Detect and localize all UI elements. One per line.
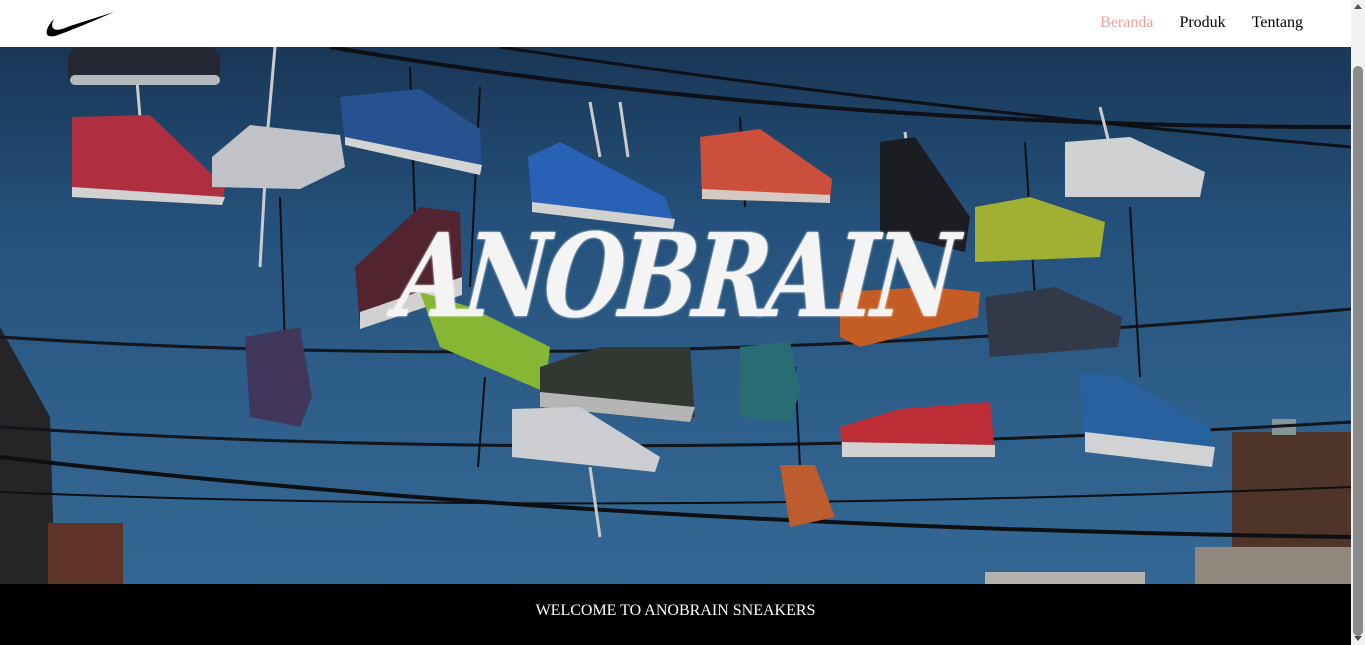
hero-banner: ANOBRAIN [0,47,1351,584]
nav-link-beranda[interactable]: Beranda [1100,13,1153,33]
page: Beranda Produk Tentang ANOBRAIN WELCOME … [0,0,1351,645]
nav-link-produk[interactable]: Produk [1179,13,1225,33]
welcome-text: WELCOME TO ANOBRAIN SNEAKERS [535,602,816,619]
hero-brand-title: ANOBRAIN [391,208,960,344]
vertical-scrollbar[interactable] [1351,0,1365,645]
swoosh-logo-icon[interactable] [44,8,116,40]
nav-menu: Beranda Produk Tentang [1100,13,1303,33]
navbar: Beranda Produk Tentang [0,0,1351,47]
scrollbar-thumb[interactable] [1353,66,1363,636]
scroll-up-icon[interactable] [1354,4,1362,9]
scroll-down-icon[interactable] [1354,636,1362,641]
nav-link-tentang[interactable]: Tentang [1252,13,1303,33]
footer-bar: WELCOME TO ANOBRAIN SNEAKERS [0,584,1351,645]
